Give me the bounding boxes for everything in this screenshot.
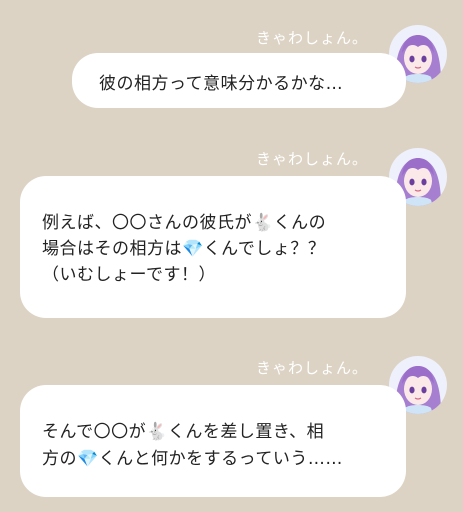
message-text-line: 彼の相方って意味分かるかな… [99, 74, 344, 94]
message-text-line: 例えば、〇〇さんの彼氏が🐇くんの [42, 213, 327, 233]
sender-name: きゃわしょん。 [255, 150, 368, 168]
message-bubble: 彼の相方って意味分かるかな… [72, 53, 406, 108]
message-text-line: 場合はその相方は💎くんでしょ？？ [42, 239, 326, 259]
message-bubble: 例えば、〇〇さんの彼氏が🐇くんの 場合はその相方は💎くんでしょ？？ （いむしょー… [20, 176, 406, 318]
sender-name: きゃわしょん。 [255, 359, 368, 377]
sender-name: きゃわしょん。 [255, 29, 368, 47]
message-text-line: （いむしょーです！） [42, 265, 216, 285]
message-text-line: そんで〇〇が🐇くんを差し置き、相 [42, 422, 325, 442]
message-text-line: 方の💎くんと何かをするっていう…… [42, 449, 343, 469]
message-bubble: そんで〇〇が🐇くんを差し置き、相 方の💎くんと何かをするっていう…… [20, 385, 406, 497]
